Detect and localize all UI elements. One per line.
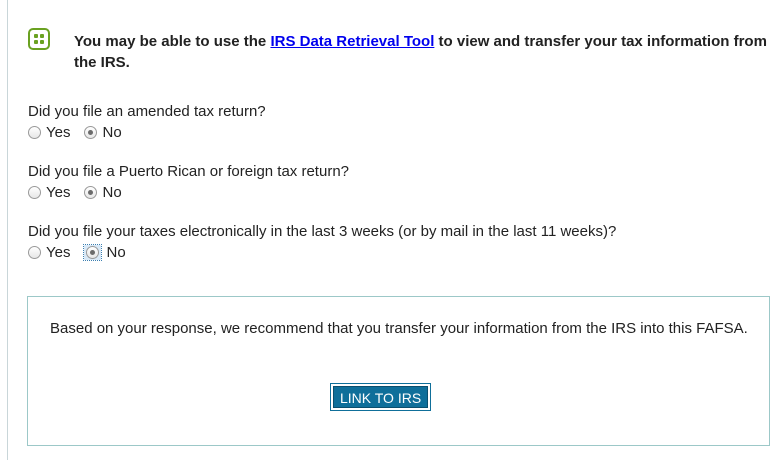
recommendation-box: Based on your response, we recommend tha… — [27, 296, 770, 446]
radio-yes[interactable] — [28, 125, 41, 139]
radio-label-yes: Yes — [46, 183, 71, 201]
radio-yes[interactable] — [28, 245, 41, 259]
radio-group: Yes No — [28, 183, 748, 201]
radio-yes[interactable] — [28, 185, 41, 199]
radio-no[interactable] — [84, 185, 98, 199]
radio-label-no: No — [106, 243, 126, 261]
notice-text: You may be able to use the IRS Data Retr… — [74, 31, 772, 73]
irs-data-retrieval-tool-link[interactable]: IRS Data Retrieval Tool — [270, 33, 434, 50]
recommendation-text: Based on your response, we recommend tha… — [50, 320, 748, 337]
question-amended-return: Did you file an amended tax return? Yes … — [28, 102, 748, 141]
question-foreign-return: Did you file a Puerto Rican or foreign t… — [28, 162, 748, 201]
radio-label-no: No — [102, 183, 122, 201]
radio-label-no: No — [102, 123, 122, 141]
radio-group: Yes No — [28, 243, 744, 261]
radio-label-yes: Yes — [46, 123, 71, 141]
radio-label-yes: Yes — [46, 243, 71, 261]
info-dots-icon — [28, 28, 50, 50]
question-text: Did you file an amended tax return? — [28, 103, 266, 120]
notice-text-before: You may be able to use the — [74, 33, 271, 50]
radio-no[interactable] — [84, 125, 98, 139]
radio-no[interactable] — [86, 245, 100, 259]
link-to-irs-button[interactable]: LINK TO IRS — [330, 384, 431, 410]
left-border — [7, 0, 8, 460]
radio-group: Yes No — [28, 123, 748, 141]
question-text: Did you file your taxes electronically i… — [28, 223, 617, 240]
question-text: Did you file a Puerto Rican or foreign t… — [28, 163, 349, 180]
question-filed-recently: Did you file your taxes electronically i… — [28, 222, 744, 261]
